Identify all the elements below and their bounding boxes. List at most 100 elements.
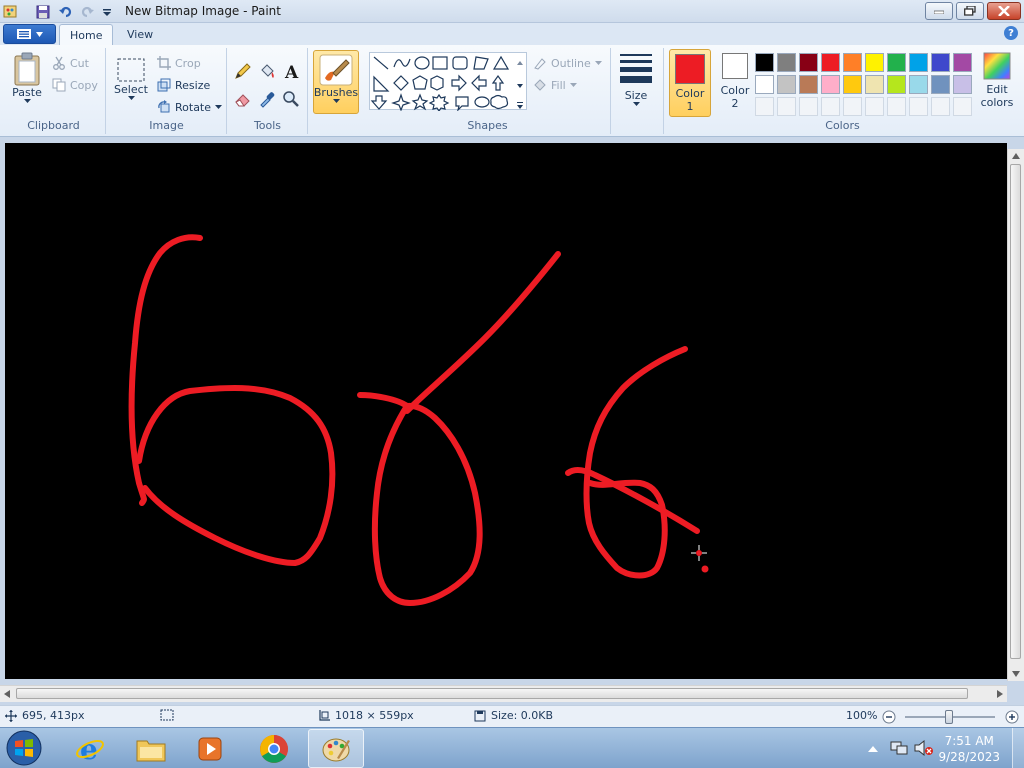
taskbar-paint[interactable] bbox=[308, 729, 364, 768]
paste-button[interactable]: Paste bbox=[8, 52, 46, 103]
pencil-tool[interactable] bbox=[232, 60, 254, 82]
palette-swatch[interactable] bbox=[843, 53, 862, 72]
palette-swatch[interactable] bbox=[843, 75, 862, 94]
restore-button[interactable] bbox=[956, 2, 984, 20]
palette-swatch[interactable] bbox=[931, 75, 950, 94]
palette-swatch[interactable] bbox=[909, 53, 928, 72]
shapes-group: Outline Fill Shapes bbox=[365, 48, 611, 134]
text-tool[interactable]: A bbox=[280, 60, 302, 82]
color2-label-line1: Color bbox=[720, 84, 750, 97]
save-icon[interactable] bbox=[34, 3, 51, 20]
zoom-in-icon[interactable] bbox=[1005, 710, 1019, 724]
palette-swatch[interactable] bbox=[821, 75, 840, 94]
zoom-slider-thumb[interactable] bbox=[945, 710, 953, 724]
taskbar-internet-explorer[interactable]: e bbox=[62, 729, 118, 768]
taskbar-file-explorer[interactable] bbox=[123, 729, 179, 768]
color1-button[interactable]: Color 1 bbox=[669, 49, 711, 117]
scroll-right-icon[interactable] bbox=[997, 690, 1003, 698]
size-button[interactable]: Size bbox=[616, 52, 656, 106]
start-button[interactable] bbox=[4, 728, 44, 768]
volume-muted-icon[interactable] bbox=[914, 739, 934, 757]
fill-tool[interactable] bbox=[256, 60, 278, 82]
palette-swatch[interactable] bbox=[865, 75, 884, 94]
custom-color-slot[interactable] bbox=[843, 97, 862, 116]
magnifier-tool[interactable] bbox=[280, 88, 302, 110]
custom-color-slot[interactable] bbox=[887, 97, 906, 116]
palette-swatch[interactable] bbox=[931, 53, 950, 72]
show-desktop-button[interactable] bbox=[1012, 728, 1024, 768]
chevron-down-icon bbox=[332, 99, 340, 103]
palette-swatch[interactable] bbox=[909, 75, 928, 94]
taskbar-media-player[interactable] bbox=[182, 729, 238, 768]
scissors-icon bbox=[53, 56, 65, 70]
help-icon[interactable]: ? bbox=[1004, 26, 1018, 40]
palette-swatch[interactable] bbox=[799, 75, 818, 94]
palette-swatch[interactable] bbox=[821, 53, 840, 72]
shapes-gallery-icons[interactable] bbox=[370, 53, 528, 113]
stroke-digit-3-top bbox=[583, 346, 688, 579]
fill-button[interactable]: Fill bbox=[533, 78, 577, 92]
outline-button[interactable]: Outline bbox=[533, 56, 602, 70]
vertical-scrollbar[interactable] bbox=[1007, 149, 1024, 681]
crop-button[interactable]: Crop bbox=[157, 56, 201, 70]
brushes-button[interactable]: Brushes bbox=[313, 50, 359, 114]
custom-color-slot[interactable] bbox=[821, 97, 840, 116]
edit-colors-button[interactable]: Edit colors bbox=[976, 52, 1018, 109]
palette-swatch[interactable] bbox=[887, 75, 906, 94]
edit-colors-line1: Edit bbox=[986, 83, 1008, 96]
cut-button[interactable]: Cut bbox=[52, 56, 89, 70]
scroll-up-icon[interactable] bbox=[1012, 153, 1020, 159]
minimize-button[interactable] bbox=[925, 2, 953, 20]
taskbar-clock[interactable]: 7:51 AM 9/28/2023 bbox=[938, 733, 1000, 765]
rotate-button[interactable]: Rotate bbox=[157, 100, 223, 114]
paint-menu-button[interactable] bbox=[3, 24, 56, 44]
palette-swatch[interactable] bbox=[953, 53, 972, 72]
paint-app-icon[interactable] bbox=[2, 3, 19, 20]
resize-button[interactable]: Resize bbox=[157, 78, 210, 92]
palette-swatch[interactable] bbox=[777, 75, 796, 94]
edit-colors-line2: colors bbox=[980, 96, 1014, 109]
zoom-out-icon[interactable] bbox=[882, 710, 896, 724]
palette-swatch[interactable] bbox=[799, 53, 818, 72]
palette-swatch[interactable] bbox=[953, 75, 972, 94]
cut-label: Cut bbox=[70, 56, 89, 70]
color-picker-tool[interactable] bbox=[256, 88, 278, 110]
stroke-digit-1 bbox=[128, 234, 203, 506]
shapes-group-label: Shapes bbox=[467, 119, 508, 132]
tab-view[interactable]: View bbox=[117, 24, 163, 45]
palette-swatch[interactable] bbox=[755, 53, 774, 72]
undo-icon[interactable] bbox=[57, 3, 74, 20]
shapes-scroll-icon[interactable] bbox=[515, 55, 525, 113]
custom-color-slot[interactable] bbox=[953, 97, 972, 116]
palette-swatch[interactable] bbox=[755, 75, 774, 94]
drawing-canvas[interactable] bbox=[5, 143, 1007, 679]
redo-icon[interactable] bbox=[78, 3, 95, 20]
color2-label-line2: 2 bbox=[731, 97, 739, 110]
magnifier-icon bbox=[283, 91, 299, 107]
palette-swatch[interactable] bbox=[777, 53, 796, 72]
vertical-scroll-thumb[interactable] bbox=[1010, 164, 1021, 659]
custom-color-slot[interactable] bbox=[909, 97, 928, 116]
show-hidden-icons[interactable] bbox=[868, 744, 878, 752]
quick-access-dropdown-icon[interactable] bbox=[98, 3, 115, 20]
zoom-status: 100% bbox=[846, 709, 877, 722]
copy-button[interactable]: Copy bbox=[52, 78, 98, 92]
scroll-down-icon[interactable] bbox=[1012, 671, 1020, 677]
palette-swatch[interactable] bbox=[887, 53, 906, 72]
close-button[interactable] bbox=[987, 2, 1021, 20]
scroll-left-icon[interactable] bbox=[4, 690, 10, 698]
custom-color-slot[interactable] bbox=[755, 97, 774, 116]
tab-home[interactable]: Home bbox=[59, 24, 114, 45]
network-icon[interactable] bbox=[890, 740, 908, 756]
color2-button[interactable]: Color 2 bbox=[715, 53, 755, 117]
palette-swatch[interactable] bbox=[865, 53, 884, 72]
eraser-tool[interactable] bbox=[232, 88, 254, 110]
taskbar-chrome[interactable] bbox=[246, 729, 302, 768]
horizontal-scroll-thumb[interactable] bbox=[16, 688, 968, 699]
horizontal-scrollbar[interactable] bbox=[0, 685, 1007, 702]
custom-color-slot[interactable] bbox=[777, 97, 796, 116]
custom-color-slot[interactable] bbox=[865, 97, 884, 116]
custom-color-slot[interactable] bbox=[931, 97, 950, 116]
select-button[interactable]: Select bbox=[112, 57, 150, 100]
custom-color-slot[interactable] bbox=[799, 97, 818, 116]
